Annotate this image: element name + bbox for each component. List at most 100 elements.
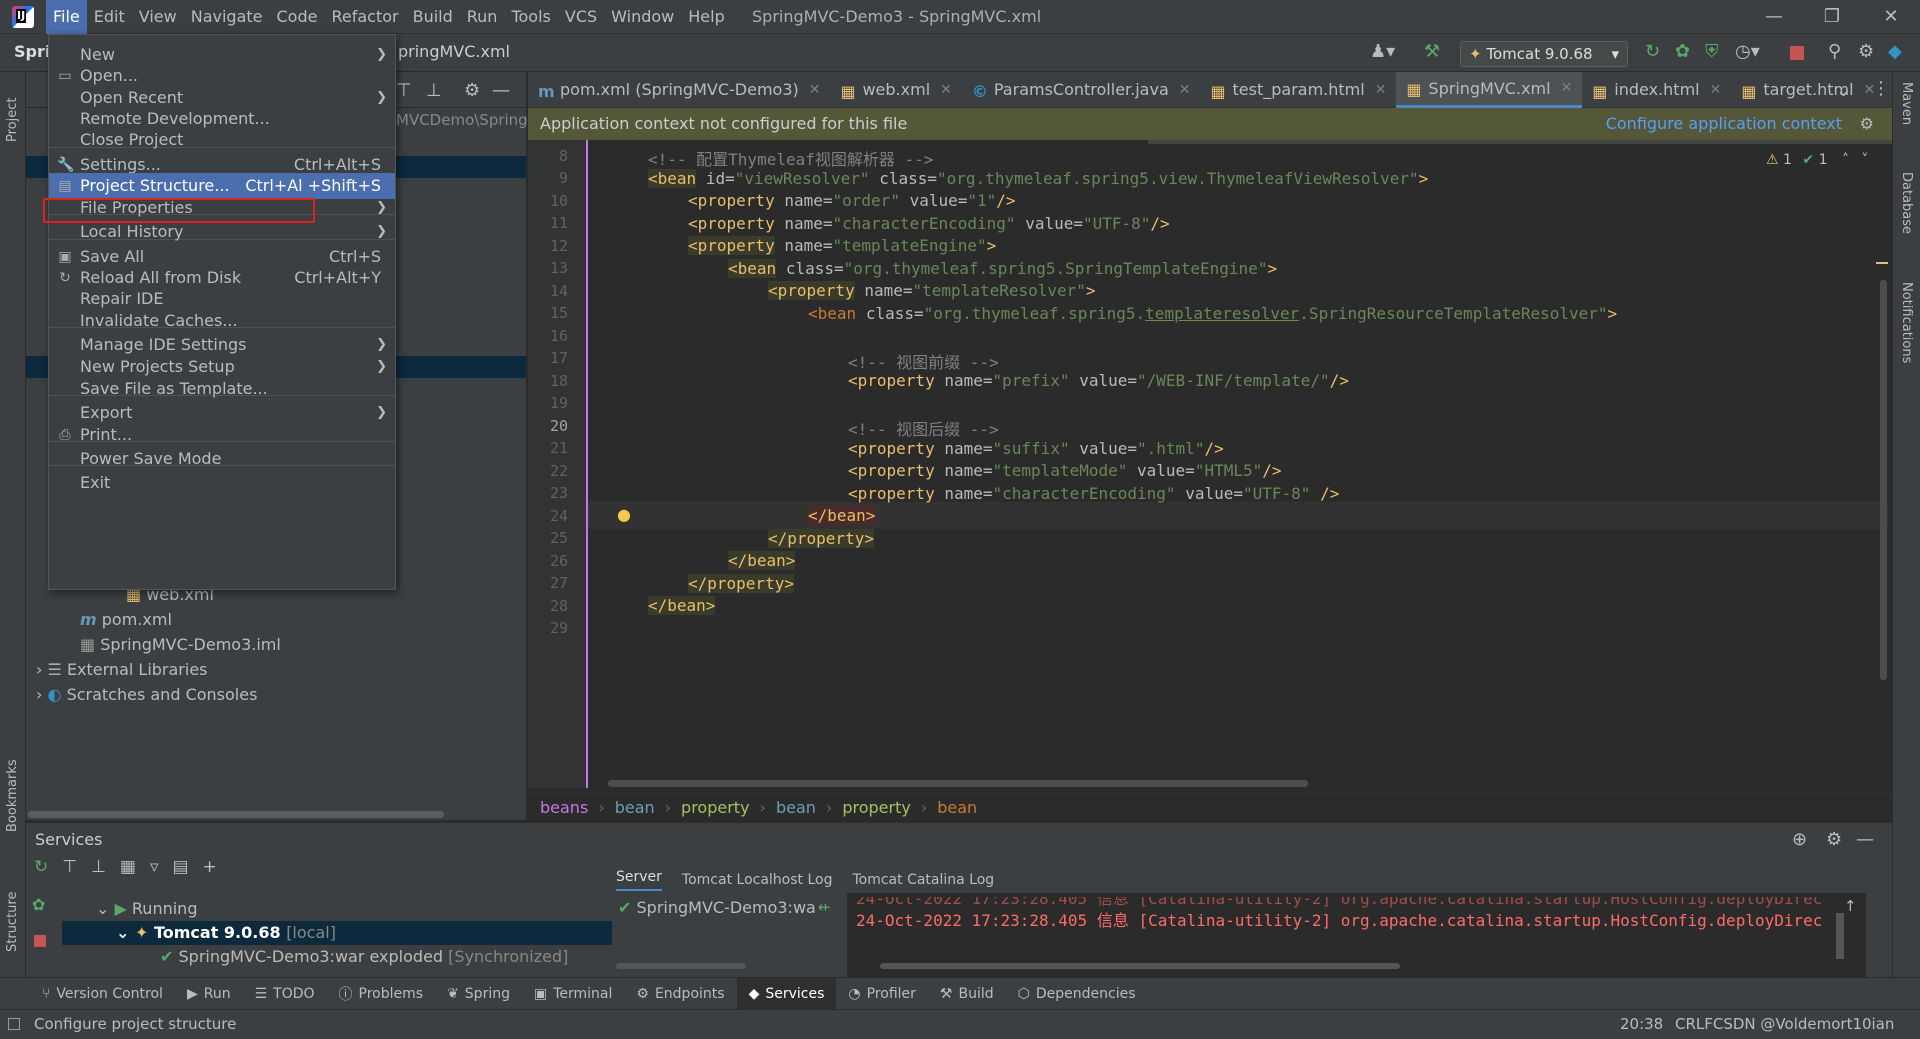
intention-bulb-icon[interactable]: ● <box>617 505 631 524</box>
tree-item-pom-xml[interactable]: m pom.xml <box>80 607 172 632</box>
log-console[interactable]: ✔ SpringMVC-Demo3:wa ⇷ 24-Oct-2022 17:23… <box>612 893 1866 977</box>
close-tab-icon[interactable]: ✕ <box>1710 82 1722 98</box>
close-tab-icon[interactable]: ✕ <box>1561 80 1573 96</box>
menu-vcs[interactable]: VCS <box>558 0 604 34</box>
artifact-node[interactable]: ✔ SpringMVC-Demo3:war exploded [Synchron… <box>160 945 568 969</box>
debug-icon[interactable]: ✿ <box>32 895 45 914</box>
profile-icon[interactable]: ◷▾ <box>1735 41 1760 62</box>
deploy-scrollbar[interactable] <box>616 963 746 969</box>
caret-position[interactable]: 20:38 <box>1620 1010 1663 1038</box>
file-menu-save-file-as-template[interactable]: Save File as Template... <box>49 376 395 402</box>
breadcrumb-beans[interactable]: beans <box>540 798 588 817</box>
collapse-all-icon[interactable]: ⊥ <box>426 80 442 101</box>
vertical-scrollbar[interactable] <box>1880 280 1887 680</box>
tree-item-external-libraries[interactable]: › ☰ External Libraries <box>36 657 208 682</box>
chevron-down-icon[interactable]: ˅ <box>1861 152 1868 168</box>
menu-view[interactable]: View <box>132 0 184 34</box>
scroll-up-icon[interactable]: ↑ <box>1844 897 1857 915</box>
close-window-icon[interactable]: ✕ <box>1862 0 1920 34</box>
warning-stripe[interactable] <box>1876 262 1888 264</box>
tool-window-problems[interactable]: ⓘ Problems <box>327 978 436 1010</box>
chevron-up-icon[interactable]: ˄ <box>1842 152 1849 168</box>
horizontal-scrollbar[interactable] <box>28 811 444 818</box>
tool-window-version-control[interactable]: ⑂ Version Control <box>30 978 175 1010</box>
stop-icon[interactable] <box>1790 46 1804 60</box>
menu-code[interactable]: Code <box>270 0 325 34</box>
file-menu-power-save-mode[interactable]: Power Save Mode <box>49 446 395 472</box>
close-tab-icon[interactable]: ✕ <box>1375 82 1387 98</box>
bookmarks-tool-button[interactable]: Bookmarks <box>5 759 20 832</box>
services-running-group[interactable]: ⌄ ▶ Running <box>96 897 197 921</box>
tab-pom-xml-springmvc-demo3-[interactable]: m pom.xml (SpringMVC-Demo3) ✕ <box>528 72 830 108</box>
tool-window-terminal[interactable]: ▣ Terminal <box>522 978 624 1010</box>
tool-window-endpoints[interactable]: ⚙ Endpoints <box>624 978 736 1010</box>
deploy-arrow-icon[interactable]: ⇷ <box>818 898 831 916</box>
maven-tool-button[interactable]: Maven <box>1899 82 1914 125</box>
close-tab-icon[interactable]: ✕ <box>940 82 952 98</box>
file-menu-print[interactable]: ⎙ Print... <box>49 422 395 448</box>
add-service-icon[interactable]: + <box>203 857 217 877</box>
minimize-icon[interactable]: — <box>1745 0 1803 34</box>
tool-window-build[interactable]: ⚒ Build <box>928 978 1006 1010</box>
crosshair-icon[interactable]: ⊕ <box>1792 829 1807 850</box>
search-icon[interactable]: ⚲ <box>1828 41 1841 62</box>
tool-window-profiler[interactable]: ◔ Profiler <box>836 978 928 1010</box>
refresh-icon[interactable]: ↻ <box>34 857 48 877</box>
group-icon[interactable]: ▦ <box>120 857 136 877</box>
run-configuration-select[interactable]: ✦ Tomcat 9.0.68 ▾ <box>1460 41 1628 67</box>
log-tab-tomcat-localhost-log[interactable]: Tomcat Localhost Log <box>682 872 833 888</box>
menu-navigate[interactable]: Navigate <box>184 0 270 34</box>
gear-icon[interactable]: ⚙ <box>1826 829 1842 850</box>
configure-context-link[interactable]: Configure application context <box>1606 108 1842 140</box>
file-menu-exit[interactable]: Exit <box>49 470 395 496</box>
structure-tool-button[interactable]: Structure <box>5 882 20 952</box>
debug-icon[interactable]: ✿ <box>1675 41 1690 62</box>
plugin-icon[interactable]: ◆ <box>1888 41 1902 62</box>
collapse-all-icon[interactable]: ⊥ <box>91 857 106 877</box>
breadcrumb-bean[interactable]: bean <box>937 798 977 817</box>
restore-icon[interactable]: ❐ <box>1803 0 1861 34</box>
expand-all-icon[interactable]: ⊤ <box>62 857 77 877</box>
gear-icon[interactable]: ⚙ <box>464 80 480 101</box>
tab-paramscontroller-java[interactable]: © ParamsController.java ✕ <box>962 72 1201 108</box>
log-tab-tomcat-catalina-log[interactable]: Tomcat Catalina Log <box>852 872 994 888</box>
breadcrumb-bean[interactable]: bean <box>615 798 655 817</box>
tool-window-todo[interactable]: ☰ TODO <box>243 978 327 1010</box>
tomcat-server-node[interactable]: ⌄ ✦ Tomcat 9.0.68 [local] <box>116 921 336 945</box>
notifications-tool-button[interactable]: Notifications <box>1899 282 1914 363</box>
layout-icon[interactable] <box>8 1018 20 1030</box>
close-tab-icon[interactable]: ✕ <box>1179 82 1191 98</box>
tab-list-chevron-icon[interactable]: ⌄ <box>1836 80 1851 101</box>
menu-help[interactable]: Help <box>681 0 731 34</box>
tool-window-dependencies[interactable]: ⬡ Dependencies <box>1006 978 1148 1010</box>
menu-window[interactable]: Window <box>604 0 681 34</box>
log-tab-server[interactable]: Server <box>616 869 662 891</box>
deployment-item[interactable]: ✔ SpringMVC-Demo3:wa <box>618 898 816 917</box>
breadcrumb-property[interactable]: property <box>681 798 750 817</box>
stop-icon[interactable] <box>34 935 46 947</box>
tool-window-run[interactable]: ▶ Run <box>175 978 243 1010</box>
hide-panel-icon[interactable]: — <box>492 80 510 101</box>
tab-springmvc-xml[interactable]: ▦ SpringMVC.xml ✕ <box>1396 71 1583 108</box>
close-tab-icon[interactable]: ✕ <box>809 82 821 98</box>
tab-target-html[interactable]: ▦ target.html ✕ <box>1731 72 1885 108</box>
menu-refactor[interactable]: Refactor <box>324 0 405 34</box>
menu-run[interactable]: Run <box>460 0 505 34</box>
coverage-icon[interactable]: ⛨ <box>1705 41 1719 62</box>
breadcrumb-property[interactable]: property <box>842 798 911 817</box>
menu-build[interactable]: Build <box>406 0 460 34</box>
database-tool-button[interactable]: Database <box>1899 172 1914 234</box>
tool-window-spring[interactable]: ❦ Spring <box>435 978 522 1010</box>
gear-icon[interactable]: ⚙ <box>1858 41 1874 62</box>
new-tab-icon[interactable]: ▤ <box>172 857 188 877</box>
tab-test-param-html[interactable]: ▦ test_param.html ✕ <box>1201 72 1397 108</box>
user-icon[interactable]: ♟▾ <box>1370 41 1395 62</box>
more-tabs-icon[interactable]: ⋮ <box>1872 78 1890 99</box>
tool-window-services[interactable]: ◆ Services <box>736 977 837 1010</box>
tab-index-html[interactable]: ▦ index.html ✕ <box>1582 72 1731 108</box>
breadcrumb-bean[interactable]: bean <box>776 798 816 817</box>
tree-item-scratches[interactable]: › ◐ Scratches and Consoles <box>36 682 257 707</box>
log-scrollbar[interactable] <box>880 963 1400 969</box>
expand-all-icon[interactable]: ⊤ <box>396 80 412 101</box>
project-tool-button[interactable]: Project <box>5 82 20 142</box>
